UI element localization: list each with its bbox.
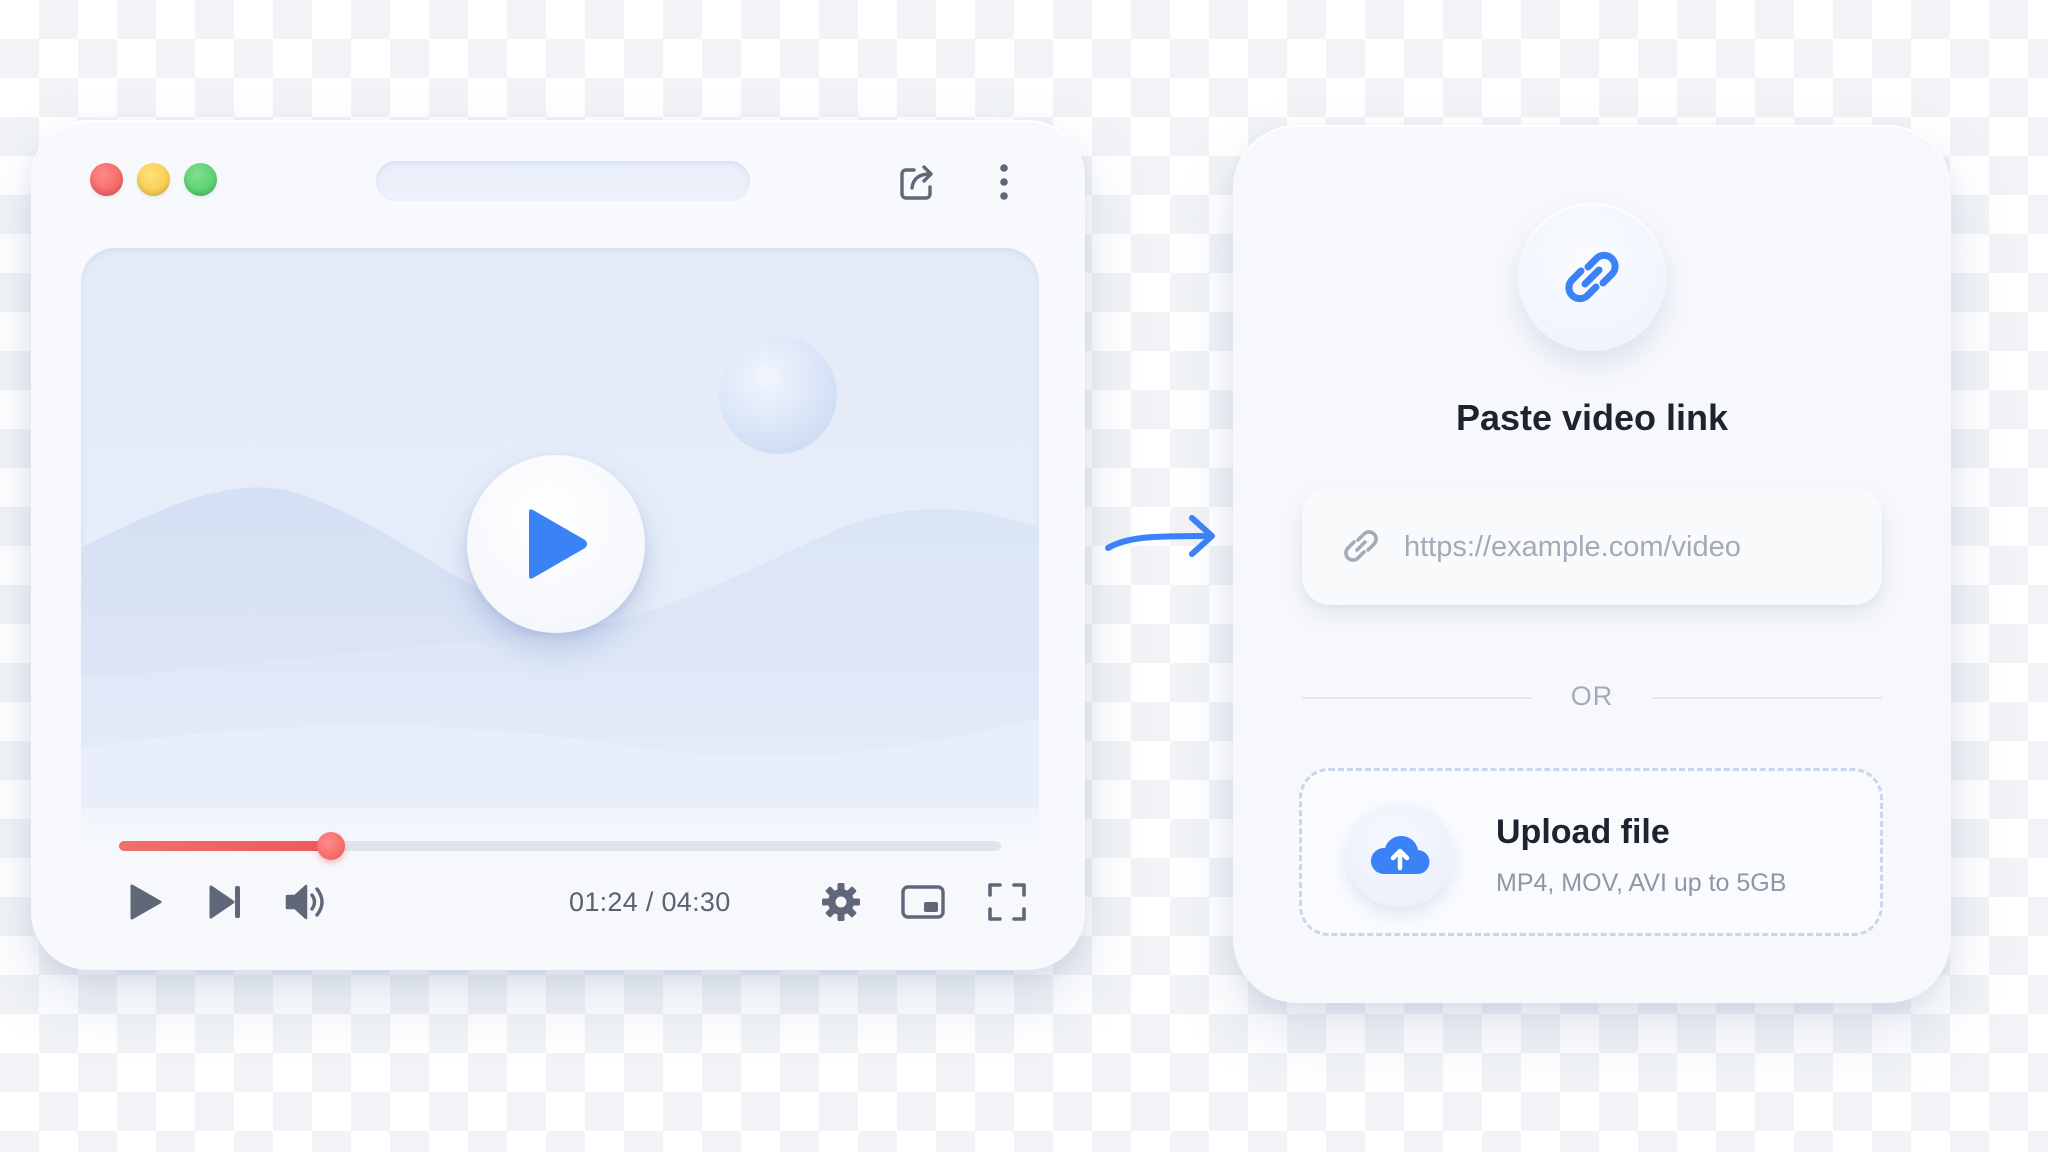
maximize-window-button[interactable]	[184, 163, 217, 196]
video-area[interactable]: 01:24 / 04:30	[81, 248, 1039, 928]
upload-icon-badge	[1346, 803, 1454, 907]
cloud-upload-icon	[1370, 835, 1430, 875]
player-controls: 01:24 / 04:30	[81, 808, 1039, 928]
link-icon	[1565, 251, 1619, 303]
volume-icon	[285, 884, 324, 920]
upload-file-dropzone[interactable]: Upload file MP4, MOV, AVI up to 5GB	[1299, 768, 1883, 936]
address-bar[interactable]	[376, 161, 750, 201]
close-window-button[interactable]	[90, 163, 123, 196]
volume-button[interactable]	[283, 880, 331, 924]
progress-knob[interactable]	[316, 832, 345, 860]
video-source-panel: Paste video link OR Upload file MP4, MOV…	[1233, 125, 1951, 1003]
share-button[interactable]	[893, 157, 943, 207]
kebab-menu-icon	[1000, 164, 1008, 200]
or-divider: OR	[1302, 677, 1882, 717]
video-url-input[interactable]	[1402, 521, 1866, 573]
link-icon	[1344, 530, 1378, 562]
skip-next-icon	[209, 885, 240, 919]
fullscreen-icon	[988, 883, 1026, 921]
play-button[interactable]	[123, 880, 167, 924]
panel-title: Paste video link	[1455, 397, 1729, 438]
settings-button[interactable]	[819, 880, 863, 924]
divider-label: OR	[1570, 681, 1614, 711]
more-options-button[interactable]	[989, 157, 1019, 207]
upload-subtitle: MP4, MOV, AVI up to 5GB	[1496, 869, 1787, 897]
playback-time: 01:24 / 04:30	[569, 887, 731, 917]
window-controls	[90, 163, 217, 196]
progress-fill	[119, 841, 331, 851]
fullscreen-button[interactable]	[985, 880, 1029, 924]
play-icon	[529, 509, 587, 579]
big-play-button[interactable]	[467, 455, 645, 633]
minimize-window-button[interactable]	[137, 163, 170, 196]
miniplayer-icon	[901, 885, 945, 919]
skip-next-button[interactable]	[204, 880, 248, 924]
link-badge	[1518, 203, 1666, 351]
play-icon	[130, 884, 162, 920]
share-icon	[900, 165, 933, 200]
miniplayer-button[interactable]	[899, 880, 947, 924]
video-player-window: 01:24 / 04:30	[31, 120, 1085, 970]
video-url-field[interactable]	[1302, 487, 1882, 605]
arrow-right-icon	[1105, 515, 1215, 557]
progress-bar[interactable]	[119, 832, 1001, 860]
upload-title: Upload file	[1496, 813, 1670, 851]
gear-icon	[822, 883, 860, 921]
